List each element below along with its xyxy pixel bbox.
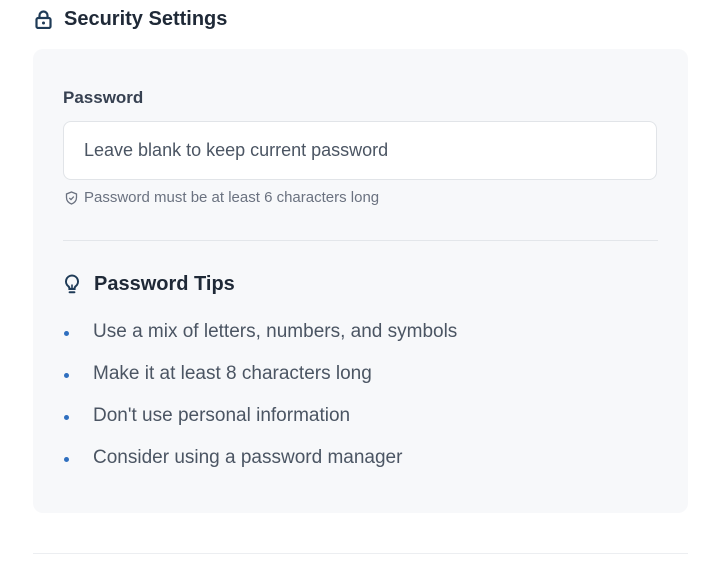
tip-item: Consider using a password manager [63,445,457,487]
security-card: Password Password must be at least 6 cha… [33,49,688,513]
lock-icon [34,9,52,29]
tip-item: Use a mix of letters, numbers, and symbo… [63,319,457,361]
bullet-icon [64,373,69,378]
password-hint: Password must be at least 6 characters l… [64,189,379,206]
bullet-icon [64,415,69,420]
tips-title: Password Tips [94,272,235,295]
password-label: Password [63,88,144,107]
tip-item: Make it at least 8 characters long [63,361,457,403]
tip-text: Consider using a password manager [93,447,403,468]
tip-text: Use a mix of letters, numbers, and symbo… [93,321,458,342]
bullet-icon [64,457,69,462]
section-title: Security Settings [64,7,228,30]
tips-list: Use a mix of letters, numbers, and symbo… [63,319,457,487]
tip-text: Make it at least 8 characters long [93,363,372,384]
lightbulb-icon [63,273,81,295]
tips-header: Password Tips [63,271,235,297]
password-input[interactable] [63,121,657,180]
tip-item: Don't use personal information [63,403,457,445]
security-settings-page: Security Settings Password Password must… [0,0,721,573]
bullet-icon [64,331,69,336]
shield-check-icon [64,190,78,205]
tip-text: Don't use personal information [93,405,351,426]
divider [63,240,658,241]
bottom-divider [33,553,688,554]
password-hint-text: Password must be at least 6 characters l… [84,189,380,206]
section-header: Security Settings [34,6,227,32]
